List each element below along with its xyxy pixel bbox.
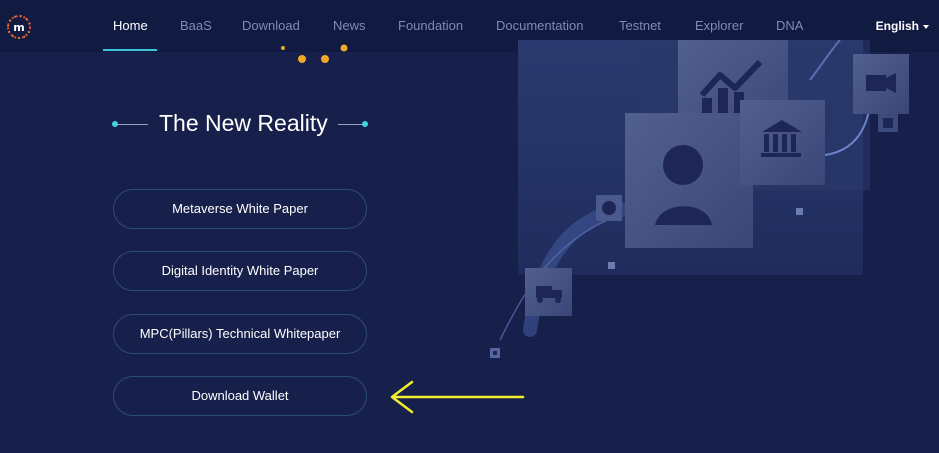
nav-download[interactable]: Download [242,18,300,33]
mpc-technical-whitepaper-button[interactable]: MPC(Pillars) Technical Whitepaper [113,314,367,354]
nav-news[interactable]: News [333,18,366,33]
digital-identity-white-paper-button[interactable]: Digital Identity White Paper [113,251,367,291]
nav-documentation[interactable]: Documentation [496,18,583,33]
annotation-arrow-icon [390,380,525,414]
language-label: English [875,19,919,33]
nav-baas[interactable]: BaaS [180,18,212,33]
hero-illustration [490,40,909,358]
nav-foundation[interactable]: Foundation [398,18,463,33]
decorative-dots [281,44,348,63]
nav-home[interactable]: Home [113,18,148,33]
nav-dna[interactable]: DNA [776,18,803,33]
nav-explorer[interactable]: Explorer [695,18,743,33]
language-selector[interactable]: English [876,19,929,33]
nav-testnet[interactable]: Testnet [619,18,661,33]
page-title: The New Reality [159,110,328,136]
m-logo-icon[interactable]: m [6,14,32,40]
active-tab-indicator [103,49,157,51]
download-wallet-button[interactable]: Download Wallet [113,376,367,416]
metaverse-white-paper-button[interactable]: Metaverse White Paper [113,189,367,229]
decor-line-left [118,124,148,125]
hero-heading: The New Reality [112,108,374,138]
decor-dot-right [362,121,368,127]
caret-down-icon [923,24,929,29]
svg-text:m: m [13,21,24,34]
